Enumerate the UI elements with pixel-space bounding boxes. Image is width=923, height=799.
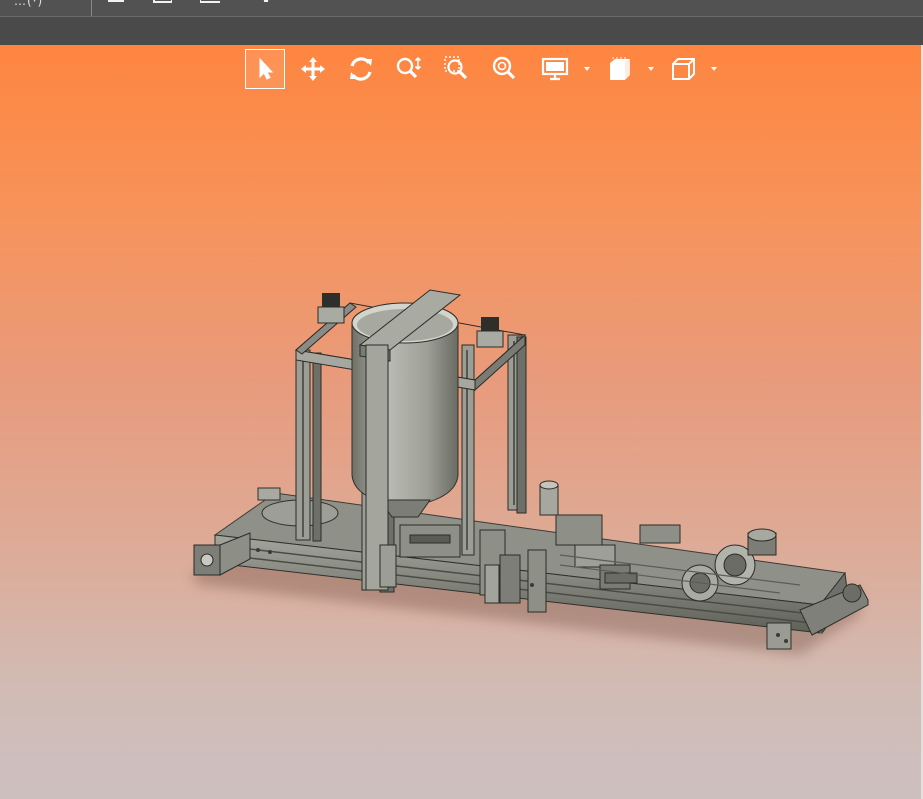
truncated-title: …(·) (14, 0, 44, 8)
secondary-toolbar (0, 17, 923, 45)
3d-viewport[interactable] (0, 45, 923, 799)
save-as-icon[interactable] (152, 0, 172, 6)
save-icon[interactable] (106, 0, 126, 6)
cad-model-assembly[interactable] (0, 45, 921, 799)
print-icon[interactable] (200, 0, 220, 6)
toolbar-separator (91, 0, 92, 16)
top-toolbar: …(·) (0, 0, 923, 17)
settings-icon[interactable] (256, 0, 276, 6)
